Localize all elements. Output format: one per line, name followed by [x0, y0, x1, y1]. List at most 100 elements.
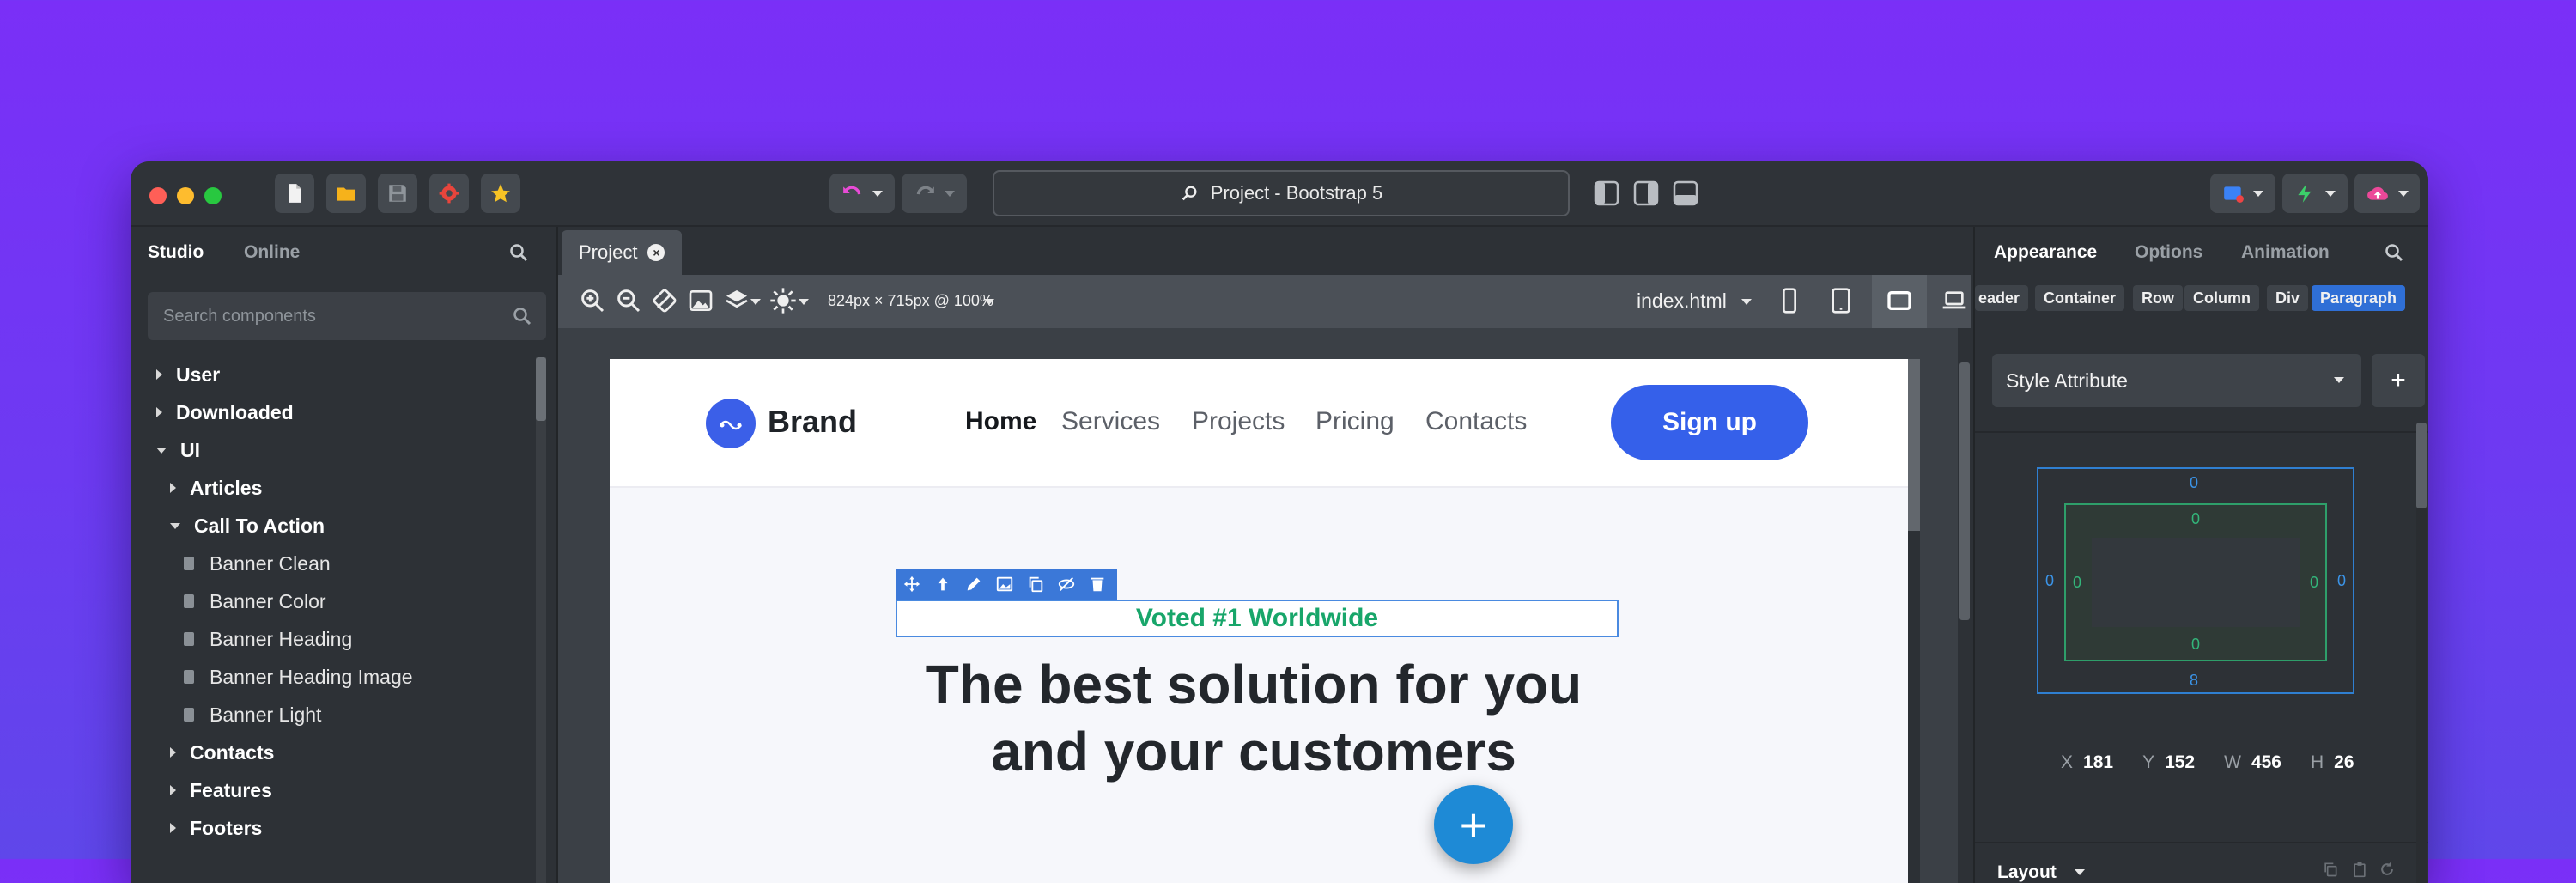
close-window-button[interactable] — [149, 187, 167, 204]
scrollbar-thumb[interactable] — [2416, 423, 2427, 508]
brand-name[interactable]: Brand — [768, 404, 857, 440]
rotate-icon[interactable] — [651, 287, 678, 314]
zoom-out-icon[interactable] — [615, 287, 642, 314]
preview-button[interactable] — [2210, 174, 2275, 213]
scrollbar-thumb[interactable] — [1959, 362, 1970, 620]
open-folder-button[interactable] — [326, 174, 366, 213]
tab-options[interactable]: Options — [2135, 242, 2202, 263]
copy-icon[interactable] — [1026, 575, 1045, 594]
new-file-button[interactable] — [275, 174, 314, 213]
phone-icon[interactable] — [1776, 287, 1803, 314]
sun-icon[interactable] — [769, 287, 797, 314]
scrollbar-thumb[interactable] — [536, 357, 546, 421]
tree-item-banner-clean[interactable]: Banner Clean — [184, 546, 331, 581]
image-icon[interactable] — [995, 575, 1014, 594]
nav-home[interactable]: Home — [965, 407, 1036, 436]
tablet-icon[interactable] — [1827, 287, 1855, 314]
margin-top-value[interactable]: 0 — [2190, 474, 2198, 492]
tree-folder-contacts[interactable]: Contacts — [170, 735, 274, 770]
tree-item-banner-color[interactable]: Banner Color — [184, 584, 326, 618]
save-button[interactable] — [378, 174, 417, 213]
right-panel-toggle-icon[interactable] — [1633, 180, 1659, 206]
nav-contacts[interactable]: Contacts — [1425, 407, 1527, 436]
breadcrumb-div[interactable]: Div — [2267, 285, 2309, 311]
favorite-button[interactable] — [481, 174, 520, 213]
tree-folder-call-to-action[interactable]: Call To Action — [170, 508, 325, 543]
properties-scrollbar[interactable] — [2416, 423, 2427, 883]
image-icon[interactable] — [687, 287, 714, 314]
minimize-window-button[interactable] — [177, 187, 194, 204]
edit-icon[interactable] — [964, 575, 983, 594]
padding-left-value[interactable]: 0 — [2073, 574, 2081, 592]
publish-button[interactable] — [2282, 174, 2348, 213]
bottom-panel-toggle-icon[interactable] — [1673, 180, 1698, 206]
tree-scrollbar[interactable] — [536, 357, 546, 883]
padding-top-value[interactable]: 0 — [2191, 510, 2200, 528]
chevron-down-icon[interactable] — [1741, 299, 1752, 305]
breadcrumb-row[interactable]: Row — [2133, 285, 2183, 311]
signup-button[interactable]: Sign up — [1611, 385, 1808, 460]
tree-folder-footers[interactable]: Footers — [170, 811, 262, 845]
padding-bottom-value[interactable]: 0 — [2191, 636, 2200, 654]
tree-folder-user[interactable]: User — [156, 357, 220, 392]
page-scrollbar[interactable] — [1908, 359, 1920, 883]
close-icon[interactable]: × — [647, 244, 665, 261]
cloud-button[interactable] — [2354, 174, 2420, 213]
add-floating-button[interactable]: + — [1434, 785, 1513, 864]
add-style-button[interactable]: + — [2372, 354, 2425, 407]
brand-logo[interactable] — [706, 399, 756, 448]
breadcrumb-paragraph[interactable]: Paragraph — [2312, 285, 2406, 311]
chevron-down-icon[interactable] — [750, 299, 761, 305]
move-icon[interactable] — [902, 575, 921, 594]
padding-right-value[interactable]: 0 — [2310, 574, 2318, 592]
nav-projects[interactable]: Projects — [1192, 407, 1285, 436]
tree-item-banner-heading-image[interactable]: Banner Heading Image — [184, 660, 413, 694]
arrow-up-icon[interactable] — [933, 575, 952, 594]
tree-item-banner-light[interactable]: Banner Light — [184, 697, 321, 732]
style-attribute-select[interactable]: Style Attribute — [1992, 354, 2361, 407]
margin-left-value[interactable]: 0 — [2045, 572, 2054, 590]
hero-headline[interactable]: The best solution for you and your custo… — [859, 651, 1649, 785]
layers-icon[interactable] — [723, 287, 750, 314]
maximize-window-button[interactable] — [204, 187, 222, 204]
nav-pricing[interactable]: Pricing — [1315, 407, 1394, 436]
search-components-input[interactable]: Search components — [148, 292, 546, 340]
undo-button[interactable] — [829, 174, 895, 213]
project-search-bar[interactable]: Project - Bootstrap 5 — [993, 170, 1570, 216]
redo-button[interactable] — [902, 174, 967, 213]
chevron-down-icon[interactable] — [799, 299, 809, 305]
left-panel-toggle-icon[interactable] — [1594, 180, 1619, 206]
selected-badge-text[interactable]: Voted #1 Worldwide — [896, 600, 1619, 637]
tree-item-banner-heading[interactable]: Banner Heading — [184, 622, 352, 656]
breadcrumb-container[interactable]: Container — [2035, 285, 2125, 311]
paste-icon[interactable] — [2351, 861, 2368, 878]
reset-icon[interactable] — [2379, 861, 2396, 878]
tab-online[interactable]: Online — [244, 242, 300, 263]
tree-folder-ui[interactable]: UI — [156, 433, 200, 467]
tree-folder-downloaded[interactable]: Downloaded — [156, 395, 294, 429]
tab-animation[interactable]: Animation — [2241, 242, 2330, 263]
tab-appearance[interactable]: Appearance — [1994, 242, 2097, 263]
copy-icon[interactable] — [2322, 861, 2339, 878]
canvas-scrollbar[interactable] — [1958, 328, 1971, 883]
hide-icon[interactable] — [1057, 575, 1076, 594]
laptop-icon[interactable] — [1941, 287, 1968, 314]
tablet-landscape-icon[interactable] — [1886, 287, 1913, 314]
chevron-down-icon[interactable] — [984, 299, 994, 305]
tab-project[interactable]: Project × — [562, 230, 682, 275]
margin-bottom-value[interactable]: 8 — [2190, 672, 2198, 690]
breadcrumb-column[interactable]: Column — [2184, 285, 2259, 311]
layout-section-header[interactable]: Layout — [1975, 842, 2428, 883]
file-select[interactable]: index.html — [1637, 289, 1727, 313]
tab-studio[interactable]: Studio — [148, 242, 204, 263]
zoom-in-icon[interactable] — [579, 287, 606, 314]
tree-folder-features[interactable]: Features — [170, 773, 272, 807]
settings-button[interactable] — [429, 174, 469, 213]
scrollbar-thumb[interactable] — [1908, 359, 1920, 531]
tree-folder-articles[interactable]: Articles — [170, 471, 262, 505]
trash-icon[interactable] — [1088, 575, 1107, 594]
search-icon[interactable] — [508, 242, 529, 263]
margin-right-value[interactable]: 0 — [2337, 572, 2346, 590]
nav-services[interactable]: Services — [1061, 407, 1160, 436]
breadcrumb-header[interactable]: eader — [1975, 285, 2029, 311]
